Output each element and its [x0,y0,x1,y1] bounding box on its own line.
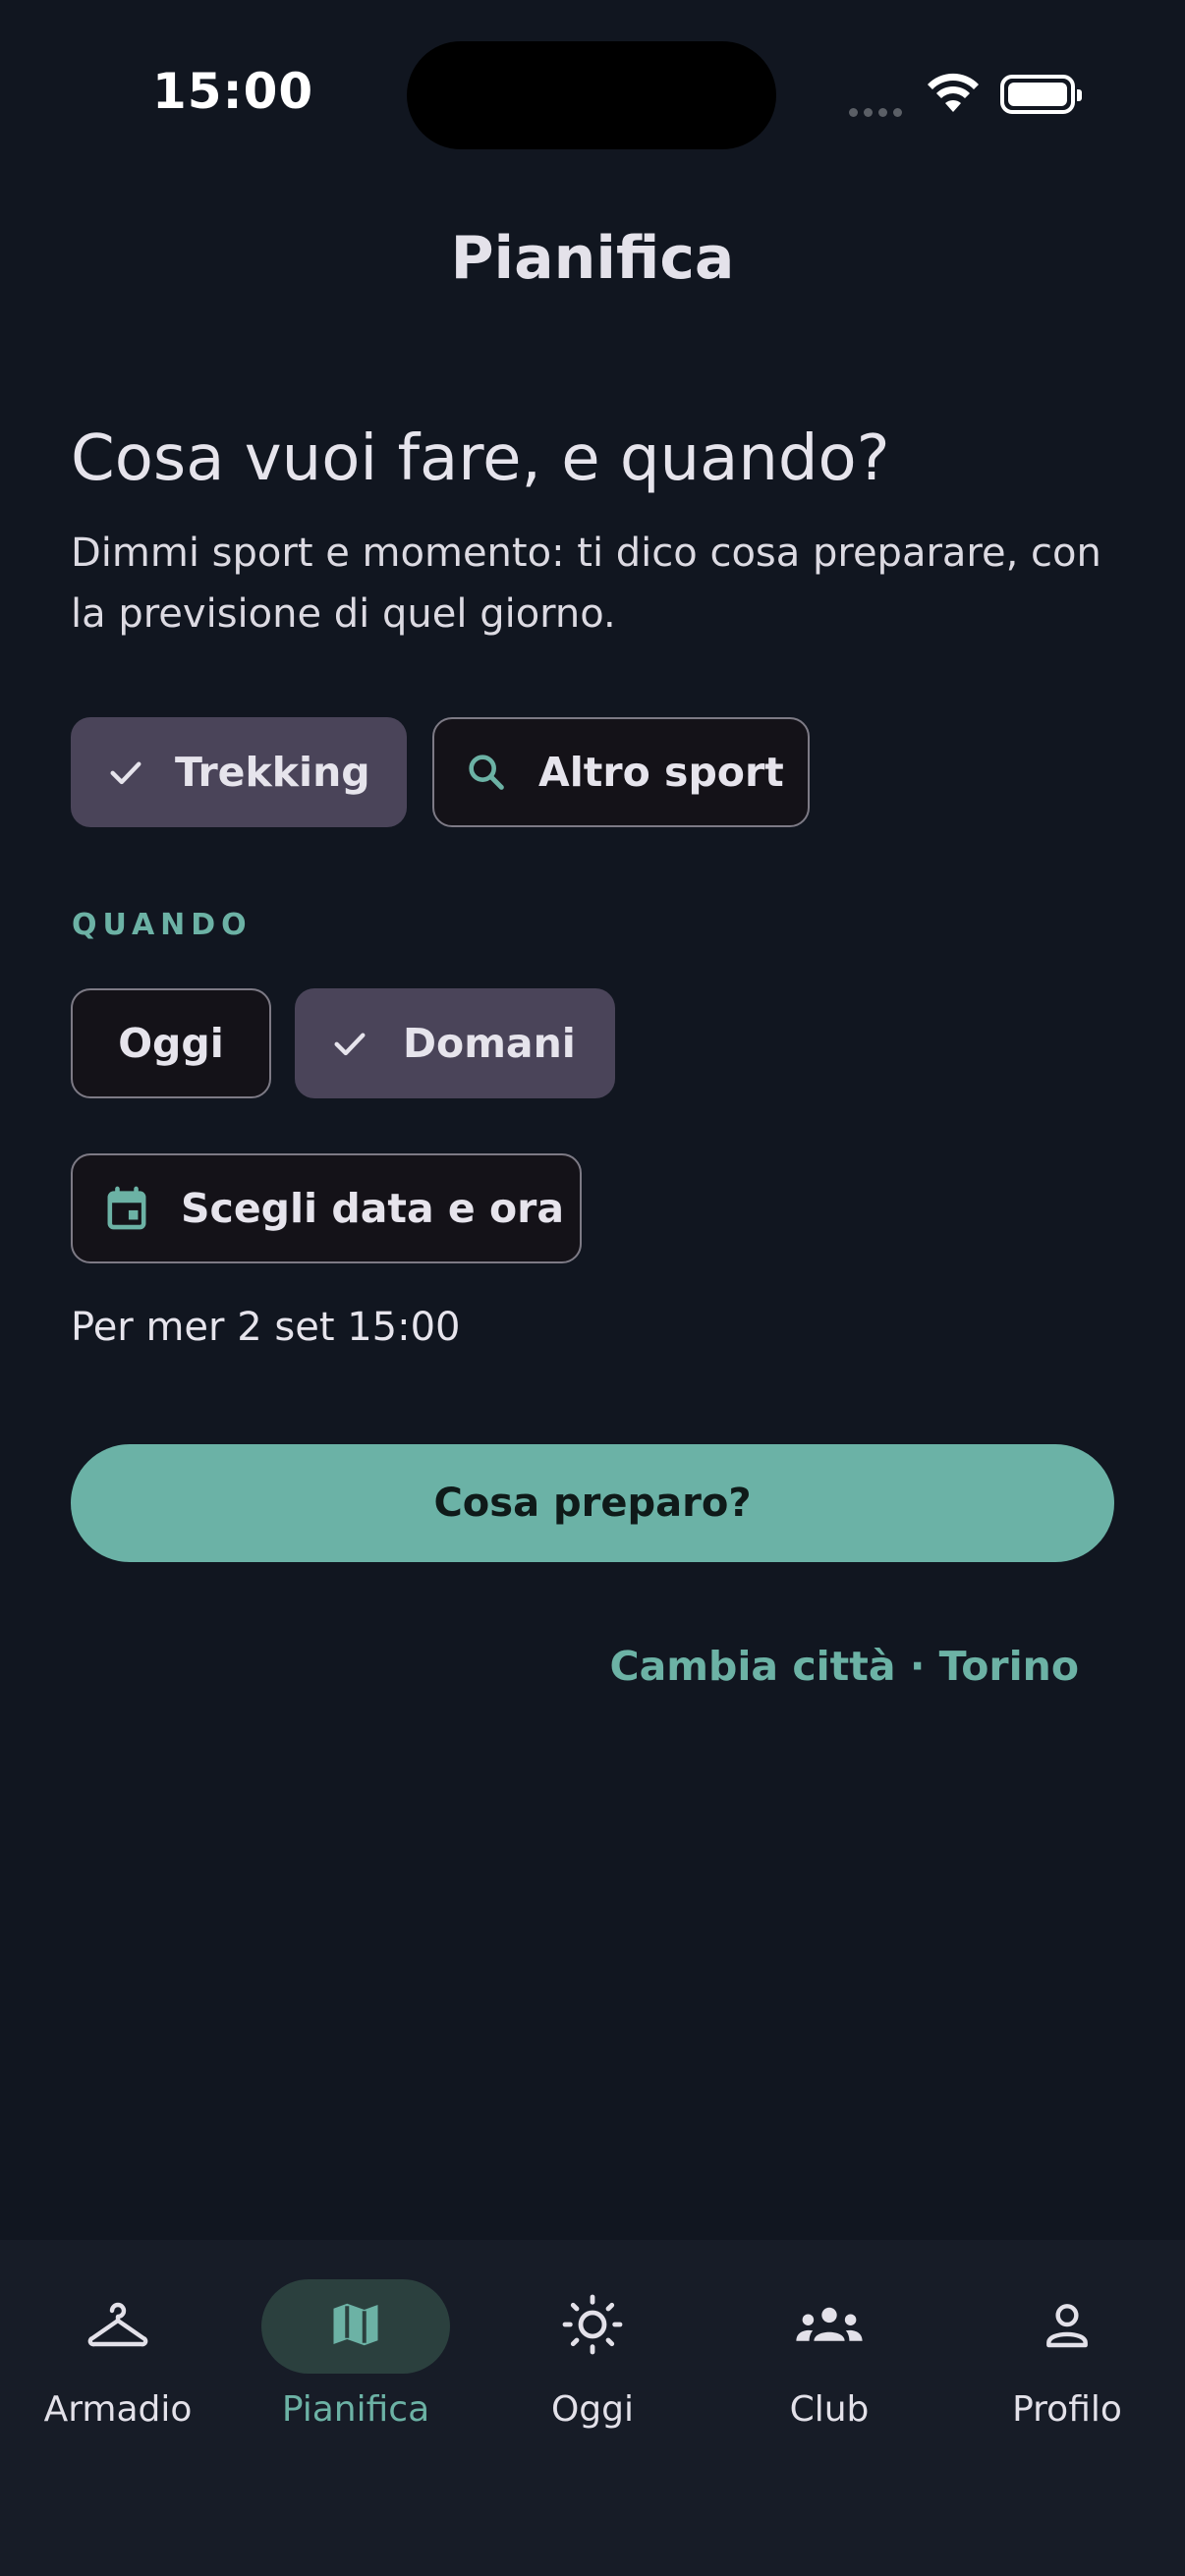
battery-icon [1000,75,1082,114]
change-city-link[interactable]: Cambia città · Torino [610,1643,1080,1690]
nav-pill [735,2279,924,2374]
choose-date-button[interactable]: Scegli data e ora [71,1153,582,1263]
page-title: Pianifica [450,224,735,293]
bottom-navigation: Armadio Pianifica Oggi Club Profilo [0,2240,1185,2576]
selected-date-text: Per mer 2 set 15:00 [71,1305,461,1350]
intro-heading: Cosa vuoi fare, e quando? [71,422,890,495]
nav-pill [498,2279,687,2374]
check-icon [106,753,145,792]
chip-label: Oggi [118,1020,224,1067]
chip-trekking[interactable]: Trekking [71,717,407,827]
wifi-icon [926,73,981,118]
cta-label: Cosa preparo? [433,1481,752,1526]
nav-item-oggi[interactable]: Oggi [475,2240,710,2466]
dynamic-island [407,41,776,149]
nav-item-armadio[interactable]: Armadio [0,2240,236,2466]
signal-icon [849,102,908,121]
chip-domani[interactable]: Domani [295,988,615,1098]
hanger-icon [86,2299,149,2354]
calendar-icon [106,1186,147,1231]
nav-label: Club [789,2389,870,2430]
nav-label: Oggi [550,2389,635,2430]
date-button-label: Scegli data e ora [181,1185,565,1232]
check-icon [330,1024,369,1063]
nav-pill [261,2279,450,2374]
nav-label: Profilo [1012,2389,1122,2430]
nav-item-club[interactable]: Club [711,2240,947,2466]
chip-label: Altro sport [538,749,784,796]
status-time: 15:00 [152,63,314,120]
nav-pill [24,2279,212,2374]
nav-label: Armadio [43,2389,193,2430]
nav-item-pianifica[interactable]: Pianifica [238,2240,474,2466]
chip-label: Trekking [175,749,370,796]
section-label-when: QUANDO [72,908,253,942]
sun-icon [561,2293,624,2360]
nav-item-profilo[interactable]: Profilo [949,2240,1185,2466]
nav-label: Pianifica [281,2389,430,2430]
chip-label: Domani [403,1020,576,1067]
chip-altro-sport[interactable]: Altro sport [432,717,810,827]
person-icon [1040,2297,1095,2356]
nav-pill [973,2279,1161,2374]
what-to-prepare-button[interactable]: Cosa preparo? [71,1444,1114,1562]
search-icon [464,750,509,795]
chip-oggi[interactable]: Oggi [71,988,271,1098]
group-icon [794,2301,865,2352]
map-icon [326,2295,385,2358]
intro-subtitle: Dimmi sport e momento: ti dico cosa prep… [71,531,1101,637]
